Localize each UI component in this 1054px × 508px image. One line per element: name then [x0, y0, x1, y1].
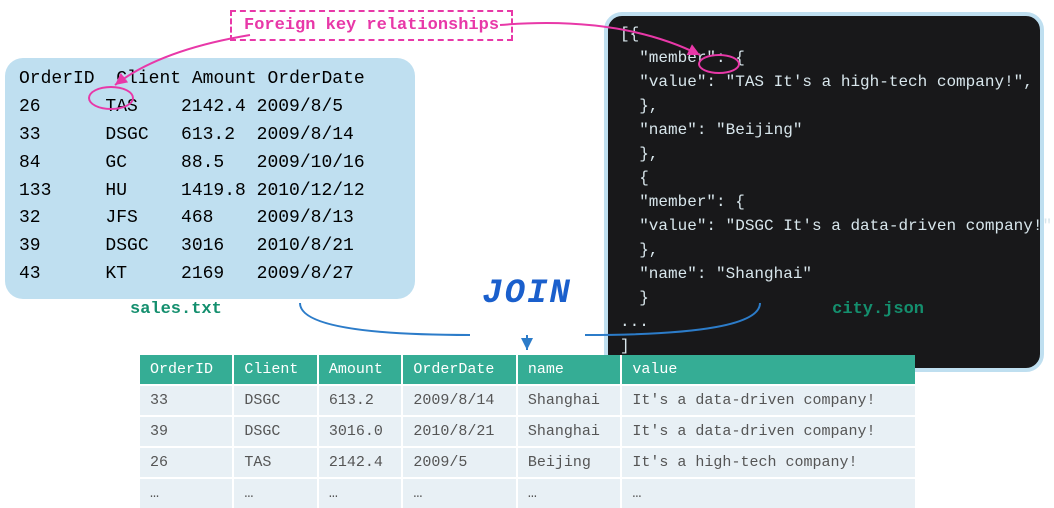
sales-row: 43 KT 2169 2009/8/27 [19, 261, 401, 289]
cell: … [140, 478, 233, 508]
result-body: 33DSGC613.22009/8/14ShanghaiIt's a data-… [140, 385, 915, 508]
result-col-client: Client [233, 355, 318, 385]
cell: … [233, 478, 318, 508]
join-label: JOIN [482, 275, 572, 313]
cell: … [621, 478, 915, 508]
cell: 3016.0 [318, 416, 403, 447]
sales-row: 32 JFS 468 2009/8/13 [19, 205, 401, 233]
sales-panel: OrderID Client Amount OrderDate 26 TAS 2… [5, 58, 415, 299]
sales-row: 26 TAS 2142.4 2009/8/5 [19, 94, 401, 122]
sales-row: 133 HU 1419.8 2010/12/12 [19, 178, 401, 206]
result-col-orderdate: OrderDate [402, 355, 517, 385]
cell: 2009/8/14 [402, 385, 517, 416]
col-client: Client [116, 69, 181, 89]
cell: TAS [233, 447, 318, 478]
cell: 33 [140, 385, 233, 416]
sales-row: 84 GC 88.5 2009/10/16 [19, 150, 401, 178]
cell: 2009/5 [402, 447, 517, 478]
json-panel: [{ "member": { "value": "TAS It's a high… [604, 12, 1044, 372]
result-header-row: OrderIDClientAmountOrderDatenamevalue [140, 355, 915, 385]
cell: 26 [140, 447, 233, 478]
cell: It's a high-tech company! [621, 447, 915, 478]
cell: … [517, 478, 622, 508]
cell: 39 [140, 416, 233, 447]
sales-rows: 26 TAS 2142.4 2009/8/533 DSGC 613.2 2009… [19, 94, 401, 289]
cell: 2142.4 [318, 447, 403, 478]
cell: Shanghai [517, 416, 622, 447]
table-row: 39DSGC3016.02010/8/21ShanghaiIt's a data… [140, 416, 915, 447]
col-amount: Amount [192, 69, 257, 89]
json-filename-label: city.json [832, 300, 924, 319]
result-col-value: value [621, 355, 915, 385]
cell: … [402, 478, 517, 508]
table-row: 26TAS2142.42009/5BeijingIt's a high-tech… [140, 447, 915, 478]
cell: Beijing [517, 447, 622, 478]
result-col-amount: Amount [318, 355, 403, 385]
sales-filename-label: sales.txt [130, 300, 222, 319]
sales-row: 33 DSGC 613.2 2009/8/14 [19, 122, 401, 150]
cell: … [318, 478, 403, 508]
cell: Shanghai [517, 385, 622, 416]
col-orderdate: OrderDate [267, 69, 364, 89]
table-row: ……………… [140, 478, 915, 508]
table-row: 33DSGC613.22009/8/14ShanghaiIt's a data-… [140, 385, 915, 416]
sales-row: 39 DSGC 3016 2010/8/21 [19, 233, 401, 261]
foreign-key-label: Foreign key relationships [230, 10, 513, 41]
cell: 613.2 [318, 385, 403, 416]
col-orderid: OrderID [19, 69, 95, 89]
cell: DSGC [233, 385, 318, 416]
sales-header-row: OrderID Client Amount OrderDate [19, 66, 401, 94]
result-col-orderid: OrderID [140, 355, 233, 385]
cell: It's a data-driven company! [621, 416, 915, 447]
cell: It's a data-driven company! [621, 385, 915, 416]
result-table: OrderIDClientAmountOrderDatenamevalue 33… [140, 355, 915, 508]
result-col-name: name [517, 355, 622, 385]
cell: 2010/8/21 [402, 416, 517, 447]
cell: DSGC [233, 416, 318, 447]
